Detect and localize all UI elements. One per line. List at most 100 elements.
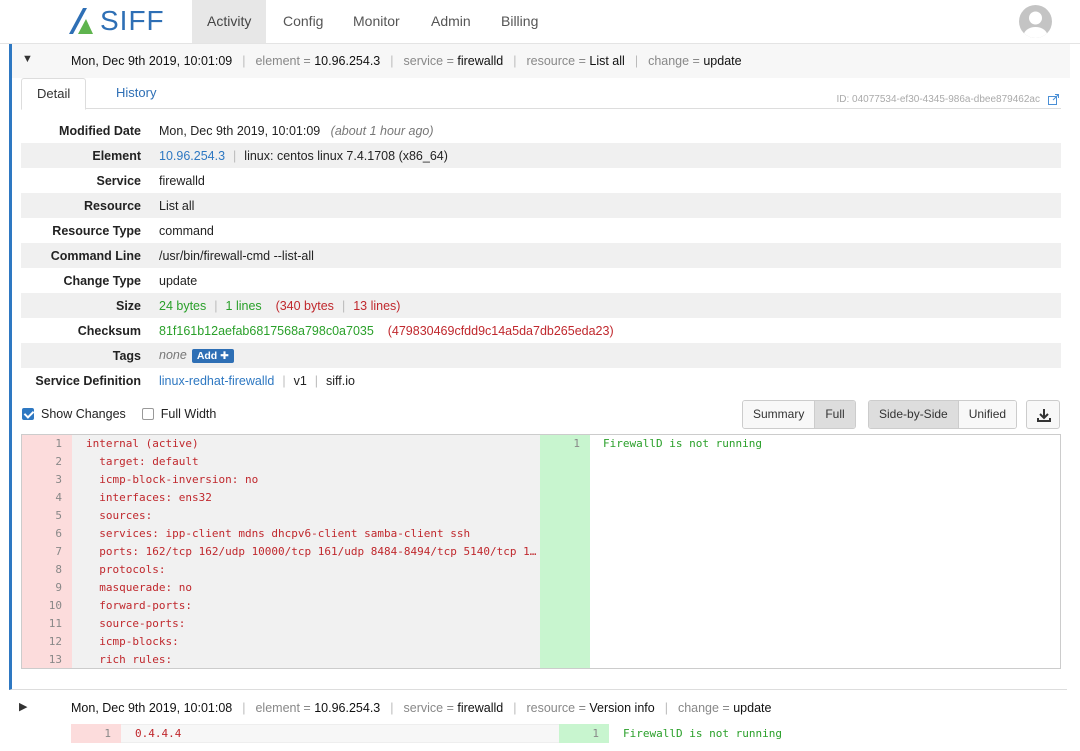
left-code-line: ports: 162/tcp 162/udp 10000/tcp 161/udp… [86, 545, 537, 558]
service-key: service = [403, 701, 454, 715]
separator: | [513, 701, 517, 715]
separator: | [242, 54, 246, 68]
left-code-line: icmp-block-inversion: no [86, 473, 259, 486]
expand-caret-icon[interactable]: ▶ [19, 700, 27, 713]
summary-button[interactable]: Summary [743, 401, 816, 428]
user-avatar[interactable] [1019, 5, 1052, 38]
view-mode-toggle: Side-by-Side Unified [868, 400, 1018, 429]
size-new-bytes: 24 bytes [159, 298, 207, 313]
separator: | [390, 701, 394, 715]
separator: | [242, 701, 246, 715]
element-key: element = [255, 54, 311, 68]
add-tag-button[interactable]: Add ✚ [191, 348, 234, 363]
left-line-number: 11 [48, 617, 62, 630]
left-code-line: internal (active) [86, 437, 199, 450]
left-line-number: 9 [55, 581, 62, 594]
entry2-summary: Mon, Dec 9th 2019, 10:01:08 | element = 10… [71, 701, 771, 715]
resource-key: resource = [526, 54, 586, 68]
left-line-number: 1 [55, 437, 62, 450]
prop-label: Size [115, 298, 141, 313]
prop-row-command-line: Command Line /usr/bin/firewall-cmd --lis… [21, 243, 1061, 268]
resource-value: List all [159, 198, 195, 213]
nav-tab-monitor[interactable]: Monitor [338, 0, 415, 43]
prop-row-service: Service firewalld [21, 168, 1061, 193]
prop-row-checksum: Checksum 81f161b12aefab6817568a798c0a703… [21, 318, 1061, 343]
element-value: 10.96.254.3 [314, 54, 381, 68]
tab-history[interactable]: History [101, 78, 171, 109]
service-def-link[interactable]: linux-redhat-firewalld [159, 374, 274, 388]
entry2-timestamp: Mon, Dec 9th 2019, 10:01:08 [71, 701, 233, 715]
prop-label: Change Type [63, 273, 141, 288]
left-line-number: 5 [55, 509, 62, 522]
size-old-lines: 13 lines) [353, 298, 401, 313]
element-os: linux: centos linux 7.4.1708 (x86_64) [244, 148, 448, 163]
prop-label: Service Definition [35, 373, 141, 388]
right-code-pane [590, 435, 1060, 668]
entry-timestamp: Mon, Dec 9th 2019, 10:01:09 [71, 54, 233, 68]
separator: | [233, 148, 237, 163]
left-line-number: 7 [55, 545, 62, 558]
properties-table: Modified Date Mon, Dec 9th 2019, 10:01:0… [21, 118, 1061, 393]
entry2-left-line: 0.4.4.4 [135, 727, 182, 740]
entry-summary: Mon, Dec 9th 2019, 10:01:09 | element = 10… [71, 54, 742, 68]
element-link[interactable]: 10.96.254.3 [159, 149, 225, 163]
prop-row-modified-date: Modified Date Mon, Dec 9th 2019, 10:01:0… [21, 118, 1061, 143]
entry2-right-line: FirewallD is not running [623, 727, 782, 740]
collapse-caret-icon[interactable]: ▼ [22, 53, 33, 65]
prop-label: Service [96, 173, 141, 188]
side-by-side-diff[interactable]: 1 internal (active) 2 target: default 3 icm… [21, 434, 1061, 669]
left-line-number: 8 [55, 563, 62, 576]
tab-detail[interactable]: Detail [21, 78, 87, 110]
separator: | [664, 701, 668, 715]
separator: | [282, 373, 286, 388]
left-code-line: target: default [86, 455, 199, 468]
prop-row-element: Element 10.96.254.3 | linux: centos linux … [21, 143, 1061, 168]
resource-value: Version info [589, 701, 655, 715]
resource-key: resource = [526, 701, 586, 715]
side-by-side-button[interactable]: Side-by-Side [869, 401, 959, 428]
user-icon [1023, 11, 1048, 38]
siff-logo[interactable]: SIFF [66, 5, 165, 36]
full-width-checkbox[interactable] [141, 408, 154, 420]
full-button[interactable]: Full [815, 401, 855, 428]
show-changes-checkbox[interactable] [22, 408, 34, 420]
resource-value: List all [589, 54, 625, 68]
left-code-line: forward-ports: [86, 599, 192, 612]
entry2-left-line-number: 1 [104, 727, 111, 740]
nav-tab-admin[interactable]: Admin [416, 0, 486, 43]
external-link-icon[interactable] [1048, 94, 1059, 105]
left-code-line: rich rules: [86, 653, 173, 666]
unified-button[interactable]: Unified [958, 401, 1017, 428]
left-code-line: sources: [86, 509, 153, 522]
separator: | [634, 54, 639, 68]
service-key: service = [403, 54, 454, 68]
service-value: firewalld [457, 54, 504, 68]
activity-entry-expanded: ▼ Mon, Dec 9th 2019, 10:01:09 | element = … [9, 44, 1070, 690]
tags-value: none [159, 348, 187, 363]
separator: | [314, 373, 319, 388]
left-line-number: 4 [55, 491, 62, 504]
element-key: element = [255, 701, 311, 715]
left-line-number: 6 [55, 527, 62, 540]
element-value: 10.96.254.3 [314, 701, 381, 715]
full-width-label[interactable]: Full Width [161, 407, 217, 421]
service-def-source: siff.io [326, 373, 355, 388]
separator: | [390, 54, 394, 68]
download-button[interactable] [1026, 400, 1060, 429]
show-changes-label[interactable]: Show Changes [41, 407, 126, 421]
nav-tab-billing[interactable]: Billing [486, 0, 553, 43]
prop-row-change-type: Change Type update [21, 268, 1061, 293]
checksum-old: (479830469cfdd9c14a5da7db265eda23) [387, 323, 614, 338]
change-type-value: update [159, 273, 198, 288]
left-code-line: interfaces: ens32 [86, 491, 212, 504]
modified-relative: (about 1 hour ago) [330, 123, 434, 138]
right-line-number: 1 [573, 437, 580, 450]
nav-tab-activity[interactable]: Activity [192, 0, 267, 43]
right-code-line: FirewallD is not running [603, 437, 762, 450]
nav-tab-config[interactable]: Config [268, 0, 338, 43]
siff-logo-icon [69, 8, 93, 34]
left-code-line: source-ports: [86, 617, 186, 630]
left-line-number: 3 [55, 473, 62, 486]
entry-header[interactable]: ▼ Mon, Dec 9th 2019, 10:01:09 | element = … [12, 44, 1070, 78]
change-key: change = [677, 701, 730, 715]
